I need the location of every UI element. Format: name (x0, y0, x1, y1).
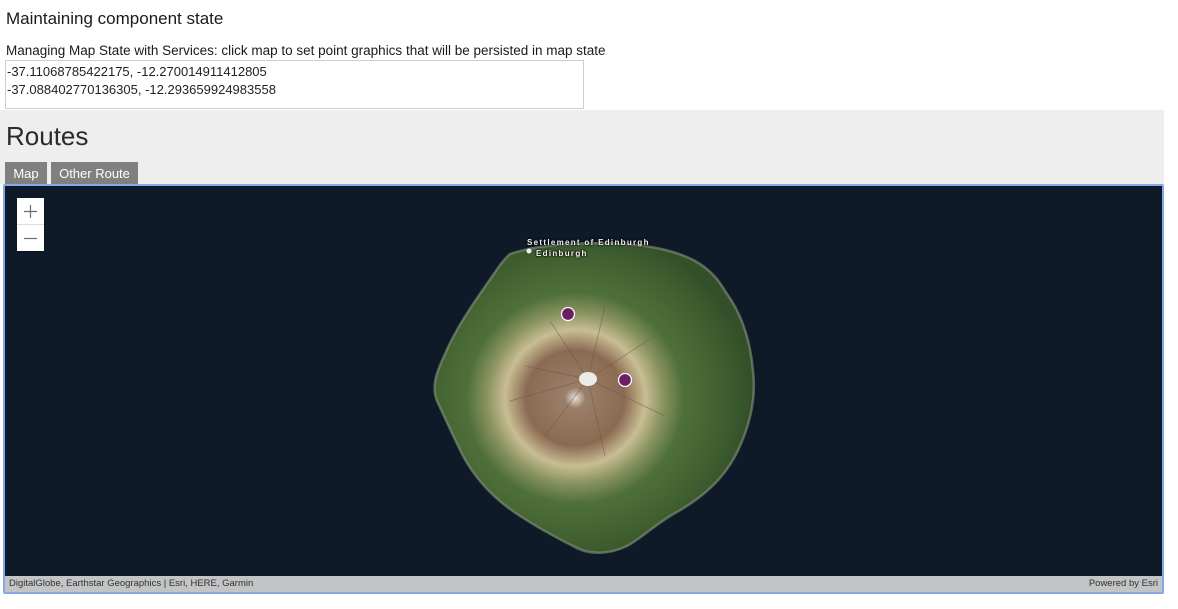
coordinates-list: -37.11068785422175, -12.270014911412805 … (5, 60, 584, 109)
town-label: Edinburgh (536, 249, 588, 258)
coordinate-entry: -37.11068785422175, -12.270014911412805 (7, 64, 267, 79)
tab-map[interactable]: Map (5, 162, 47, 184)
routes-title: Routes (6, 121, 89, 151)
tab-other-route[interactable]: Other Route (51, 162, 138, 184)
powered-by-link[interactable]: Powered by Esri (1089, 576, 1158, 592)
zoom-controls (17, 198, 44, 251)
routes-panel: Routes Map Other Route (0, 110, 1164, 184)
coordinate-entry: -37.088402770136305, -12.293659924983558 (7, 82, 276, 97)
zoom-out-button[interactable] (17, 224, 44, 251)
point-graphic[interactable] (560, 306, 576, 322)
page-heading: Maintaining component state (6, 9, 224, 28)
minus-icon (24, 237, 37, 239)
zoom-in-button[interactable] (17, 198, 44, 224)
summit-snow (579, 372, 597, 386)
attribution-bar: DigitalGlobe, Earthstar Geographics | Es… (5, 576, 1162, 592)
settlement-label: Settlement of Edinburgh (527, 238, 650, 247)
plus-icon (24, 204, 37, 218)
point-graphic[interactable] (617, 372, 633, 388)
attribution-text[interactable]: DigitalGlobe, Earthstar Geographics | Es… (9, 576, 253, 592)
town-marker-icon (526, 248, 532, 254)
map-view[interactable]: Settlement of Edinburgh Edinburgh Digita… (3, 184, 1164, 594)
intro-text: Managing Map State with Services: click … (6, 43, 606, 58)
